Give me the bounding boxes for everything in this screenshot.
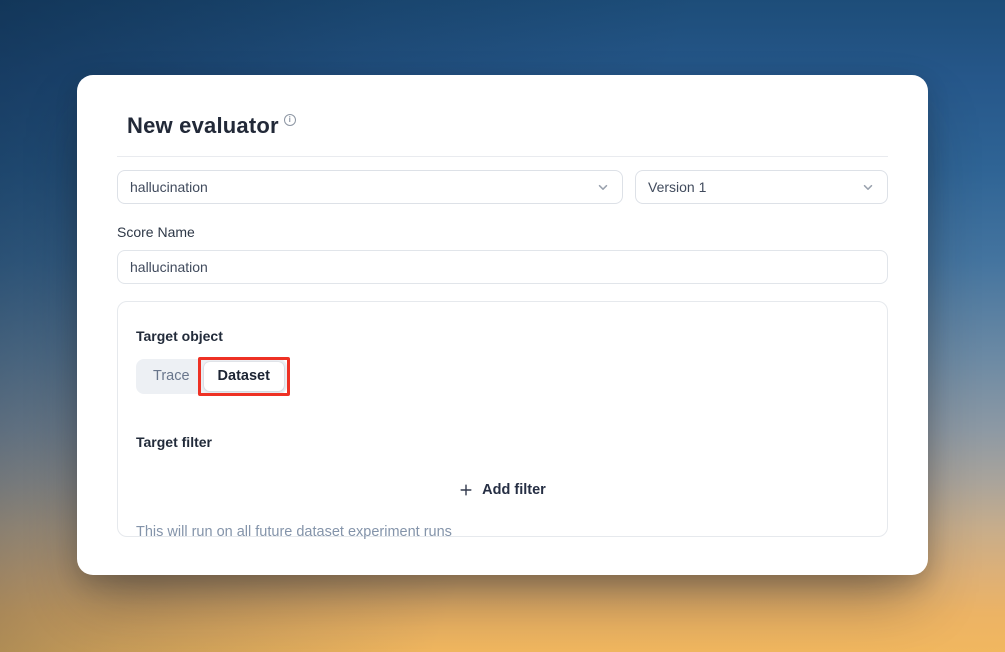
toggle-option-dataset[interactable]: Dataset bbox=[204, 362, 284, 391]
chevron-down-icon bbox=[861, 180, 875, 194]
page-title: New evaluator bbox=[127, 113, 279, 139]
toggle-option-trace[interactable]: Trace bbox=[139, 362, 204, 391]
version-select[interactable]: Version 1 bbox=[635, 170, 888, 204]
score-name-input[interactable] bbox=[117, 250, 888, 284]
plus-icon bbox=[459, 483, 473, 497]
toggle-option-dataset-label: Dataset bbox=[218, 368, 270, 384]
evaluator-select-value: hallucination bbox=[130, 179, 208, 195]
chevron-down-icon bbox=[596, 180, 610, 194]
score-name-label: Score Name bbox=[117, 224, 888, 240]
version-select-value: Version 1 bbox=[648, 179, 706, 195]
add-filter-button[interactable]: Add filter bbox=[449, 476, 556, 504]
selects-row: hallucination Version 1 bbox=[117, 170, 888, 204]
helper-text: This will run on all future dataset expe… bbox=[136, 524, 869, 540]
add-filter-label: Add filter bbox=[482, 482, 546, 498]
info-icon[interactable]: i bbox=[284, 114, 296, 126]
dialog-header: New evaluator i bbox=[117, 113, 888, 139]
new-evaluator-dialog: New evaluator i hallucination Version 1 … bbox=[77, 75, 928, 575]
page-background: { "modal": { "title": "New evaluator", "… bbox=[0, 0, 1005, 652]
target-card: Target object Trace Dataset Target filte… bbox=[117, 301, 888, 537]
target-filter-label: Target filter bbox=[136, 434, 869, 450]
title-divider bbox=[117, 156, 888, 157]
target-object-label: Target object bbox=[136, 328, 869, 344]
target-object-toggle: Trace Dataset bbox=[136, 359, 287, 394]
add-filter-row: Add filter bbox=[136, 476, 869, 504]
evaluator-select[interactable]: hallucination bbox=[117, 170, 623, 204]
